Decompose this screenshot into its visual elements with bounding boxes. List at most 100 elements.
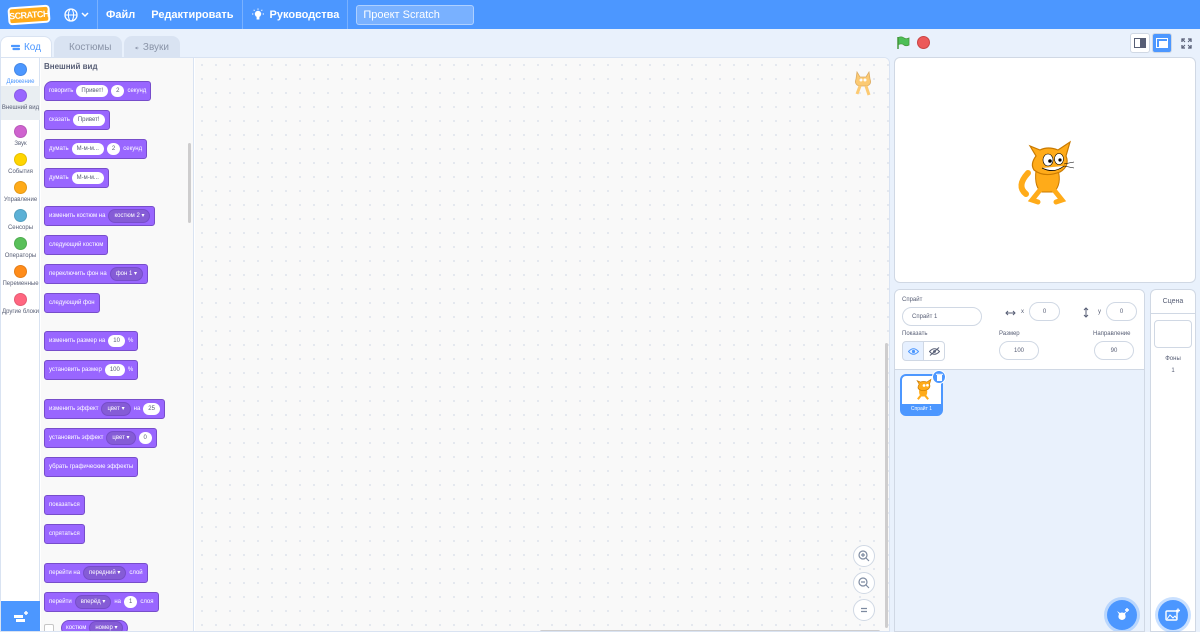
block-dropdown[interactable]: цвет ▾	[106, 431, 136, 445]
block-text: %	[127, 338, 134, 344]
dropdown-value: костюм 2	[114, 213, 140, 219]
block-set-size[interactable]: установить размер 100%	[44, 360, 139, 380]
tutorials-button[interactable]: Руководства	[243, 0, 348, 29]
block-dropdown[interactable]: передний ▾	[83, 566, 127, 580]
category-motion[interactable]: Движение	[1, 60, 40, 86]
block-think-for-secs[interactable]: думать М-м-м... 2 секунд	[44, 139, 148, 159]
block-input[interactable]: М-м-м...	[71, 143, 104, 155]
block-dropdown[interactable]: вперёд ▾	[74, 595, 112, 609]
block-next-backdrop[interactable]: следующий фон	[44, 293, 100, 313]
category-sensing[interactable]: Сенсоры	[1, 206, 40, 232]
block-input[interactable]: Привет!	[76, 85, 109, 97]
show-sprite-button[interactable]	[902, 341, 924, 361]
direction-label: Направление	[1093, 331, 1131, 337]
block-text: установить эффект	[49, 435, 104, 441]
block-show[interactable]: показаться	[44, 495, 85, 515]
block-switch-backdrop[interactable]: переключить фон на фон 1 ▾	[44, 264, 149, 284]
category-label: Операторы	[4, 253, 37, 259]
project-title-input[interactable]: Проект Scratch	[356, 4, 475, 25]
show-label: Показать	[902, 331, 928, 337]
code-editor: Движение Внешний вид Звук События Управл…	[0, 57, 890, 632]
block-input[interactable]: 10	[108, 335, 125, 347]
block-input[interactable]: 0	[138, 432, 152, 444]
category-my-blocks[interactable]: Другие блоки	[1, 290, 40, 316]
zoom-out-button[interactable]	[853, 572, 875, 594]
stop-icon[interactable]	[917, 36, 930, 49]
block-switch-costume[interactable]: изменить костюм на костюм 2 ▾	[44, 206, 156, 226]
block-input[interactable]: 2	[106, 143, 121, 155]
large-stage-button[interactable]	[1152, 33, 1172, 53]
block-text: перейти	[49, 599, 72, 605]
green-flag-icon[interactable]	[896, 36, 910, 50]
direction-input[interactable]: 90	[1094, 341, 1134, 360]
palette-scrollbar[interactable]	[188, 143, 191, 223]
block-say-for-secs[interactable]: говорить Привет! 2 секунд	[44, 81, 152, 101]
block-go-to-layer[interactable]: перейти на передний ▾ слой	[44, 563, 148, 583]
block-input[interactable]: 1	[124, 596, 138, 608]
fullscreen-button[interactable]	[1176, 33, 1196, 53]
block-think[interactable]: думать М-м-м...	[44, 168, 109, 188]
category-operators[interactable]: Операторы	[1, 234, 40, 260]
category-variables[interactable]: Переменные	[1, 262, 40, 288]
block-text: изменить эффект	[49, 406, 99, 412]
block-input[interactable]: 2	[111, 85, 125, 97]
add-extension-button[interactable]	[1, 601, 40, 631]
sprite-watermark-icon	[855, 70, 871, 96]
add-backdrop-button[interactable]	[1158, 600, 1188, 630]
size-input[interactable]: 100	[999, 341, 1039, 360]
workspace-vertical-scrollbar[interactable]	[885, 343, 888, 628]
zoom-reset-button[interactable]	[853, 599, 875, 621]
block-set-effect[interactable]: установить эффект цвет ▾ 0	[44, 428, 157, 448]
monitor-checkbox[interactable]	[44, 624, 54, 631]
tab-sounds[interactable]: Звуки	[124, 36, 180, 58]
category-events[interactable]: События	[1, 150, 40, 176]
sprite-name-input[interactable]: Спрайт 1	[902, 307, 982, 326]
edit-menu[interactable]: Редактировать	[143, 0, 241, 29]
stage-target-pane[interactable]: Сцена Фоны 1	[1150, 289, 1196, 632]
block-change-effect[interactable]: изменить эффект цвет ▾ на 25	[44, 399, 165, 419]
backdrop-thumbnail[interactable]	[1154, 320, 1192, 348]
block-costume-reporter[interactable]: костюм номер ▾	[61, 620, 129, 631]
block-go-layers[interactable]: перейти вперёд ▾ на 1 слоя	[44, 592, 159, 612]
block-dropdown[interactable]: костюм 2 ▾	[108, 209, 151, 223]
tab-costumes[interactable]: Костюмы	[54, 36, 122, 58]
x-position-input[interactable]: 0	[1029, 302, 1060, 321]
cat-sprite[interactable]	[1012, 138, 1082, 208]
hide-sprite-button[interactable]	[923, 341, 945, 361]
speaker-icon	[135, 45, 139, 50]
block-hide[interactable]: спрятаться	[44, 524, 85, 544]
script-workspace[interactable]	[195, 58, 889, 631]
block-input[interactable]: М-м-м...	[71, 172, 104, 184]
block-text: изменить костюм на	[49, 213, 106, 219]
lightbulb-icon	[251, 8, 264, 19]
block-dropdown[interactable]: цвет ▾	[101, 402, 131, 416]
block-next-costume[interactable]: следующий костюм	[44, 235, 109, 255]
category-dot	[14, 153, 27, 166]
small-stage-button[interactable]	[1130, 33, 1150, 53]
language-button[interactable]	[56, 0, 97, 29]
add-sprite-button[interactable]	[1107, 600, 1137, 630]
category-label: Управление	[3, 197, 38, 203]
block-text: %	[127, 367, 134, 373]
file-menu[interactable]: Файл	[98, 0, 143, 29]
category-dot	[14, 265, 27, 278]
delete-sprite-button[interactable]	[932, 370, 946, 384]
category-sound[interactable]: Звук	[1, 122, 40, 148]
stage-canvas[interactable]	[894, 57, 1196, 283]
block-input[interactable]: 25	[143, 403, 160, 415]
category-label: События	[8, 169, 33, 175]
block-input[interactable]: Привет!	[72, 114, 105, 126]
zoom-in-button[interactable]	[853, 545, 875, 567]
block-clear-effects[interactable]: убрать графические эффекты	[44, 457, 139, 477]
category-looks[interactable]: Внешний вид	[1, 86, 40, 120]
block-say[interactable]: сказать Привет!	[44, 110, 110, 130]
scratch-logo[interactable]: SCRATCH	[7, 4, 51, 25]
category-dot	[14, 181, 27, 194]
block-change-size[interactable]: изменить размер на 10%	[44, 331, 139, 351]
tab-code[interactable]: Код	[0, 36, 52, 58]
block-dropdown[interactable]: номер ▾	[89, 621, 124, 631]
block-dropdown[interactable]: фон 1 ▾	[109, 267, 144, 281]
block-input[interactable]: 100	[104, 364, 125, 376]
y-position-input[interactable]: 0	[1106, 302, 1137, 321]
category-control[interactable]: Управление	[1, 178, 40, 204]
